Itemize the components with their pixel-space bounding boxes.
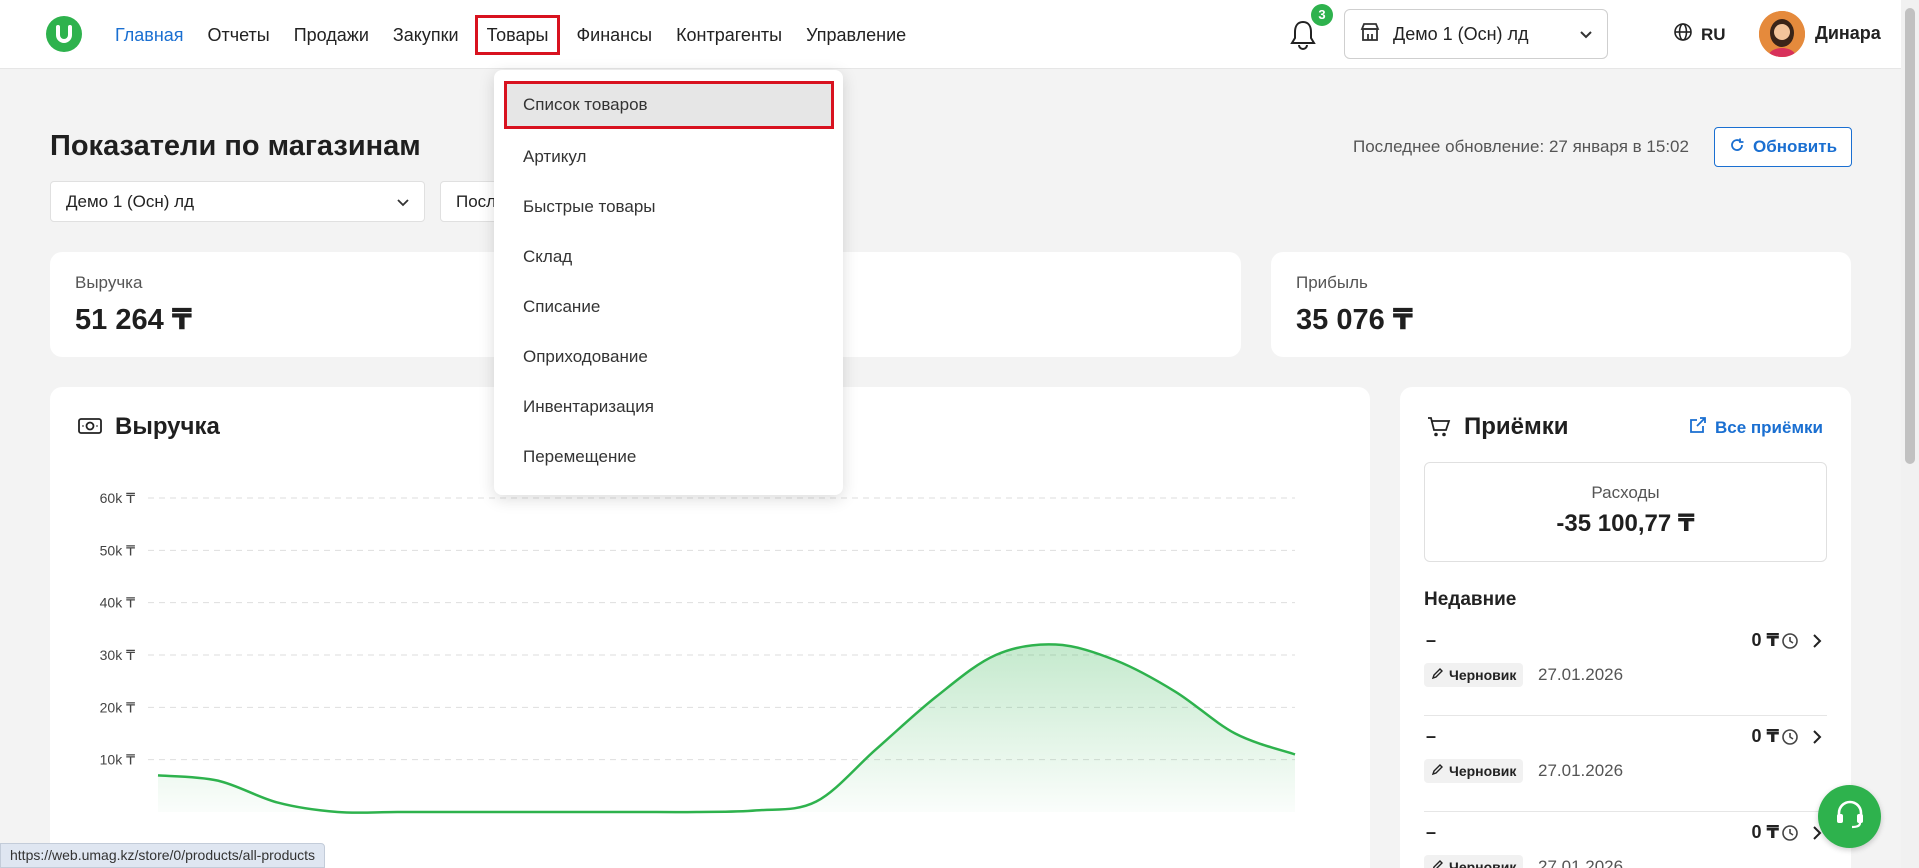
refresh-button[interactable]: Обновить [1714,127,1852,167]
receipt-amount: 0 ₸ [1751,726,1779,746]
expenses-label: Расходы [1591,483,1660,502]
language-code: RU [1701,24,1726,44]
nav-item-products[interactable]: Товары [474,14,561,55]
clock-icon [1781,728,1799,751]
pencil-icon [1431,859,1444,868]
cart-icon [1427,416,1451,443]
status-badge: Черновик [1424,663,1524,687]
products-dropdown-menu: Список товаров Артикул Быстрые товары Ск… [494,70,843,495]
expenses-value: -35 100,77 ₸ [1556,510,1695,537]
recent-receipt-item[interactable]: – 0 ₸ Черновик 27.01.2026 [1424,716,1827,812]
scrollbar-thumb[interactable] [1905,8,1915,464]
receipt-date: 27.01.2026 [1538,665,1624,684]
receipt-date: 27.01.2026 [1538,857,1624,868]
nav-item-management[interactable]: Управление [794,15,918,55]
store-selector[interactable]: Демо 1 (Осн) лд [1344,9,1608,59]
status-badge-label: Черновик [1449,667,1517,683]
browser-status-url: https://web.umag.kz/store/0/products/all… [0,843,326,868]
y-tick-label: 30k ₸ [100,647,135,663]
store-icon [1359,21,1381,48]
y-tick-label: 50k ₸ [100,542,135,558]
headset-icon [1833,797,1867,836]
menu-item-posting[interactable]: Оприходование [494,333,843,381]
status-badge: Черновик [1424,759,1524,783]
revenue-area-fill [158,644,1295,813]
y-tick-label: 40k ₸ [100,595,135,611]
period-filter-value: Посл [456,191,497,211]
clock-icon [1781,632,1799,655]
profit-kpi-card: Прибыль 35 076 ₸ [1271,252,1851,357]
revenue-kpi-label: Выручка [75,273,143,292]
nav-item-finance[interactable]: Финансы [564,15,664,55]
menu-item-warehouse[interactable]: Склад [494,233,843,281]
expenses-summary: Расходы -35 100,77 ₸ [1424,462,1827,562]
chevron-down-icon [397,192,409,212]
menu-item-article[interactable]: Артикул [494,133,843,181]
chevron-right-icon[interactable] [1811,632,1823,655]
pencil-icon [1431,667,1444,683]
revenue-kpi-value: 51 264 ₸ [75,304,192,336]
y-tick-label: 20k ₸ [100,699,135,715]
recent-receipt-item[interactable]: – 0 ₸ Черновик 27.01.2026 [1424,812,1827,868]
store-filter-select[interactable]: Демо 1 (Осн) лд [50,181,425,222]
user-name[interactable]: Динара [1815,23,1881,44]
menu-item-transfer[interactable]: Перемещение [494,433,843,481]
all-receipts-link-label: Все приёмки [1715,417,1824,437]
chevron-down-icon [1579,24,1593,45]
receipt-name: – [1426,630,1437,650]
external-link-icon [1689,416,1707,439]
recent-receipt-item[interactable]: – 0 ₸ Черновик 27.01.2026 [1424,620,1827,716]
notification-count-badge: 3 [1311,4,1333,26]
receipt-date: 27.01.2026 [1538,761,1624,780]
menu-item-inventory[interactable]: Инвентаризация [494,383,843,431]
refresh-icon [1729,137,1745,158]
page-title: Показатели по магазинам [50,130,421,162]
last-update-text: Последнее обновление: 27 января в 15:02 [1353,137,1689,156]
nav-item-reports[interactable]: Отчеты [196,15,282,55]
store-filter-value: Демо 1 (Осн) лд [66,191,195,211]
avatar[interactable] [1759,11,1805,57]
nav-item-sales[interactable]: Продажи [282,15,381,55]
clock-icon [1781,824,1799,847]
pencil-icon [1431,763,1444,779]
receipt-name: – [1426,822,1437,842]
profit-kpi-value: 35 076 ₸ [1296,304,1413,336]
all-receipts-link[interactable]: Все приёмки [1689,416,1823,439]
receipt-amount: 0 ₸ [1751,630,1779,650]
main-menu: Главная Отчеты Продажи Закупки Товары Фи… [103,0,918,69]
globe-icon [1673,22,1693,47]
nav-item-home[interactable]: Главная [103,15,196,55]
menu-item-product-list[interactable]: Список товаров [504,81,834,129]
refresh-button-label: Обновить [1752,137,1838,156]
language-switcher[interactable]: RU [1673,22,1726,47]
top-navigation-bar: Главная Отчеты Продажи Закупки Товары Фи… [0,0,1901,69]
recent-title: Недавние [1424,589,1517,610]
nav-item-purchases[interactable]: Закупки [381,15,471,55]
page-scrollbar[interactable] [1901,0,1919,868]
status-badge: Черновик [1424,855,1524,868]
y-tick-label: 60k ₸ [100,490,135,506]
status-badge-label: Черновик [1449,859,1517,868]
umag-logo[interactable] [46,16,82,52]
y-tick-label: 10k ₸ [100,752,135,768]
menu-item-write-off[interactable]: Списание [494,283,843,331]
status-badge-label: Черновик [1449,763,1517,779]
menu-item-quick-products[interactable]: Быстрые товары [494,183,843,231]
support-button[interactable] [1818,785,1881,848]
chevron-right-icon[interactable] [1811,728,1823,751]
receipt-amount: 0 ₸ [1751,822,1779,842]
nav-item-counterparties[interactable]: Контрагенты [664,15,794,55]
receipt-name: – [1426,726,1437,746]
store-selector-value: Демо 1 (Осн) лд [1393,23,1529,44]
receipts-title: Приёмки [1464,413,1569,440]
profit-kpi-label: Прибыль [1296,273,1368,292]
